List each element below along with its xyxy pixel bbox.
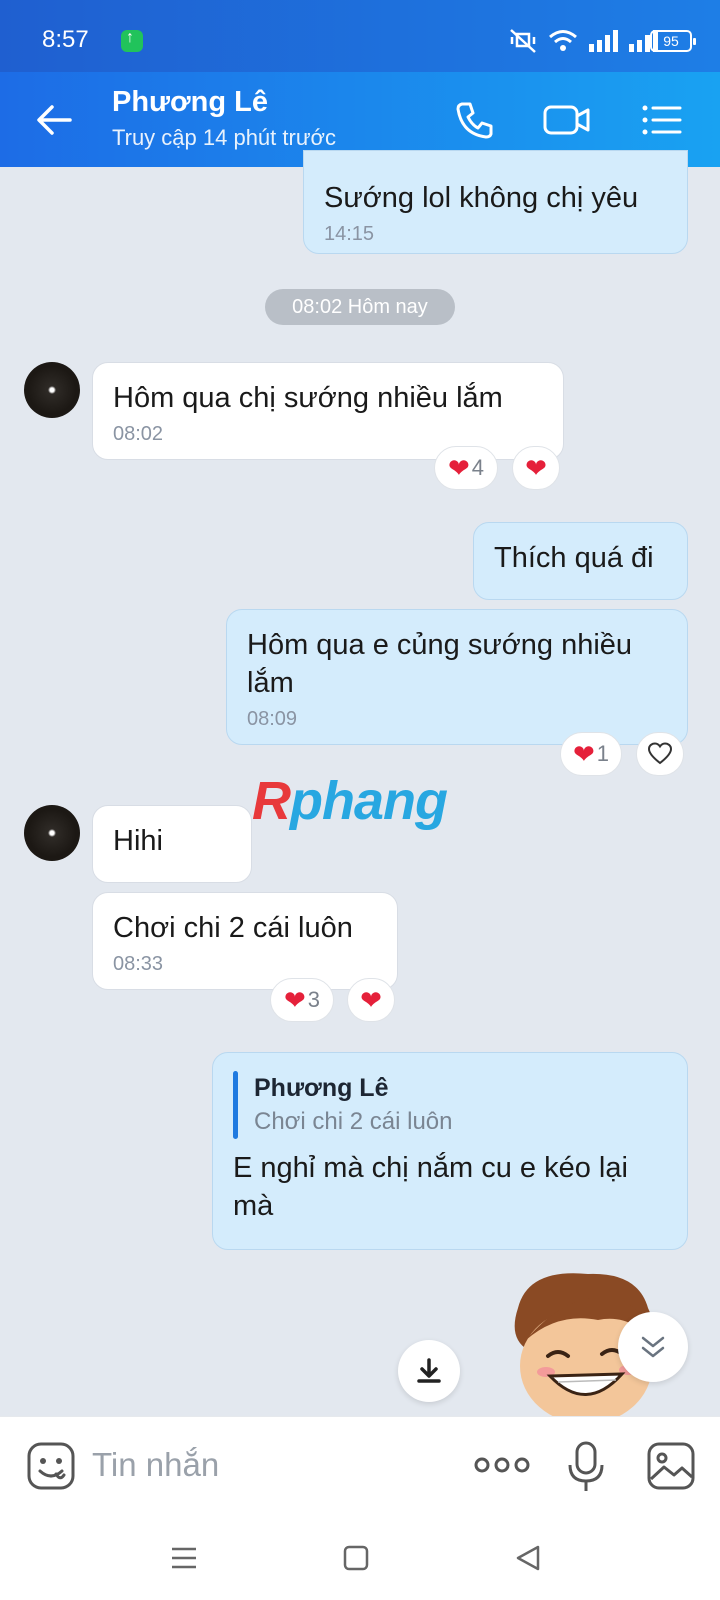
reaction-count: 4 bbox=[471, 455, 485, 480]
message-text: Hôm qua e củng sướng nhiều lắm bbox=[247, 629, 633, 699]
reaction-summary[interactable]: ❤ 4 bbox=[434, 446, 498, 490]
message-text: Chơi chi 2 cái luôn bbox=[113, 912, 353, 944]
quote-sender: Phương Lê bbox=[254, 1074, 389, 1102]
message-text: E nghỉ mà chị nắm cu e kéo lại mà bbox=[233, 1152, 628, 1222]
heart-icon: ❤ bbox=[360, 985, 382, 1015]
double-chevron-down-icon bbox=[641, 1336, 665, 1358]
quote-text: Chơi chi 2 cái luôn bbox=[254, 1108, 453, 1135]
message-bubble-outgoing[interactable]: Thích quá đi bbox=[473, 522, 688, 600]
reaction-summary[interactable]: ❤ 1 bbox=[560, 732, 622, 776]
message-bubble-incoming[interactable]: Hihi bbox=[92, 805, 252, 883]
back-triangle-icon[interactable] bbox=[512, 1542, 544, 1574]
heart-outline-icon bbox=[647, 742, 673, 765]
message-bubble-outgoing[interactable]: Hôm qua e củng sướng nhiều lắm 08:09 bbox=[226, 609, 688, 745]
heart-icon: ❤ bbox=[283, 985, 306, 1015]
reaction-summary[interactable]: ❤ 3 bbox=[270, 978, 334, 1022]
more-options-icon[interactable] bbox=[474, 1453, 530, 1477]
react-button[interactable]: ❤ bbox=[512, 446, 560, 490]
message-text: Thích quá đi bbox=[494, 542, 654, 574]
message-bubble-outgoing[interactable]: Sướng lol không chị yêu 14:15 bbox=[303, 150, 688, 254]
message-text: Sướng lol không chị yêu bbox=[324, 182, 639, 214]
download-button[interactable] bbox=[398, 1340, 460, 1402]
phone-call-icon[interactable] bbox=[452, 98, 496, 142]
date-divider: 08:02 Hôm nay bbox=[265, 289, 455, 325]
message-text: Hôm qua chị sướng nhiều lắm bbox=[113, 382, 503, 414]
microphone-icon[interactable] bbox=[566, 1441, 606, 1493]
wifi-icon bbox=[549, 30, 577, 51]
battery-indicator: 95 bbox=[650, 30, 696, 52]
message-time: 14:15 bbox=[324, 223, 375, 245]
home-icon[interactable] bbox=[340, 1542, 372, 1574]
contact-name[interactable]: Phương Lê bbox=[112, 86, 268, 119]
emoji-sticker-icon[interactable] bbox=[26, 1441, 76, 1491]
message-input[interactable]: Tin nhắn bbox=[92, 1446, 219, 1484]
image-gallery-icon[interactable] bbox=[646, 1441, 696, 1491]
message-bubble-incoming[interactable]: Chơi chi 2 cái luôn 08:33 bbox=[92, 892, 398, 990]
status-icons bbox=[508, 28, 658, 54]
status-time: 8:57 bbox=[42, 26, 89, 53]
message-text: Hihi bbox=[113, 825, 163, 857]
avatar[interactable] bbox=[24, 362, 80, 418]
scroll-to-bottom-button[interactable] bbox=[618, 1312, 688, 1382]
message-time: 08:33 bbox=[113, 953, 164, 975]
heart-icon: ❤ bbox=[525, 453, 547, 483]
menu-list-icon[interactable] bbox=[640, 98, 684, 142]
status-bar: 8:57 95 bbox=[0, 0, 720, 72]
quoted-message[interactable]: Phương Lê Chơi chi 2 cái luôn bbox=[233, 1071, 667, 1139]
download-icon bbox=[417, 1358, 441, 1383]
signal-icon-1 bbox=[589, 30, 618, 52]
message-bubble-incoming[interactable]: Hôm qua chị sướng nhiều lắm 08:02 bbox=[92, 362, 564, 460]
video-call-icon[interactable] bbox=[542, 98, 592, 142]
last-seen-status: Truy cập 14 phút trước bbox=[112, 125, 336, 150]
message-bubble-reply[interactable]: Phương Lê Chơi chi 2 cái luôn E nghỉ mà … bbox=[212, 1052, 688, 1250]
react-button[interactable] bbox=[636, 732, 684, 776]
message-time: 08:09 bbox=[247, 708, 298, 730]
avatar[interactable] bbox=[24, 805, 80, 861]
message-time: 08:02 bbox=[113, 423, 164, 445]
reaction-count: 3 bbox=[307, 987, 321, 1012]
reaction-count: 1 bbox=[596, 741, 610, 766]
system-nav-bar bbox=[0, 1516, 720, 1600]
quote-bar bbox=[233, 1071, 238, 1139]
recent-apps-icon[interactable] bbox=[168, 1542, 200, 1574]
react-button[interactable]: ❤ bbox=[347, 978, 395, 1022]
composer-bar: Tin nhắn bbox=[0, 1416, 720, 1516]
heart-icon: ❤ bbox=[572, 739, 595, 769]
upload-notification-icon bbox=[121, 29, 143, 52]
heart-icon: ❤ bbox=[447, 453, 470, 483]
mute-vibrate-icon bbox=[510, 29, 536, 53]
back-arrow-icon[interactable] bbox=[34, 100, 74, 140]
watermark-logo: Rphang bbox=[252, 771, 448, 831]
